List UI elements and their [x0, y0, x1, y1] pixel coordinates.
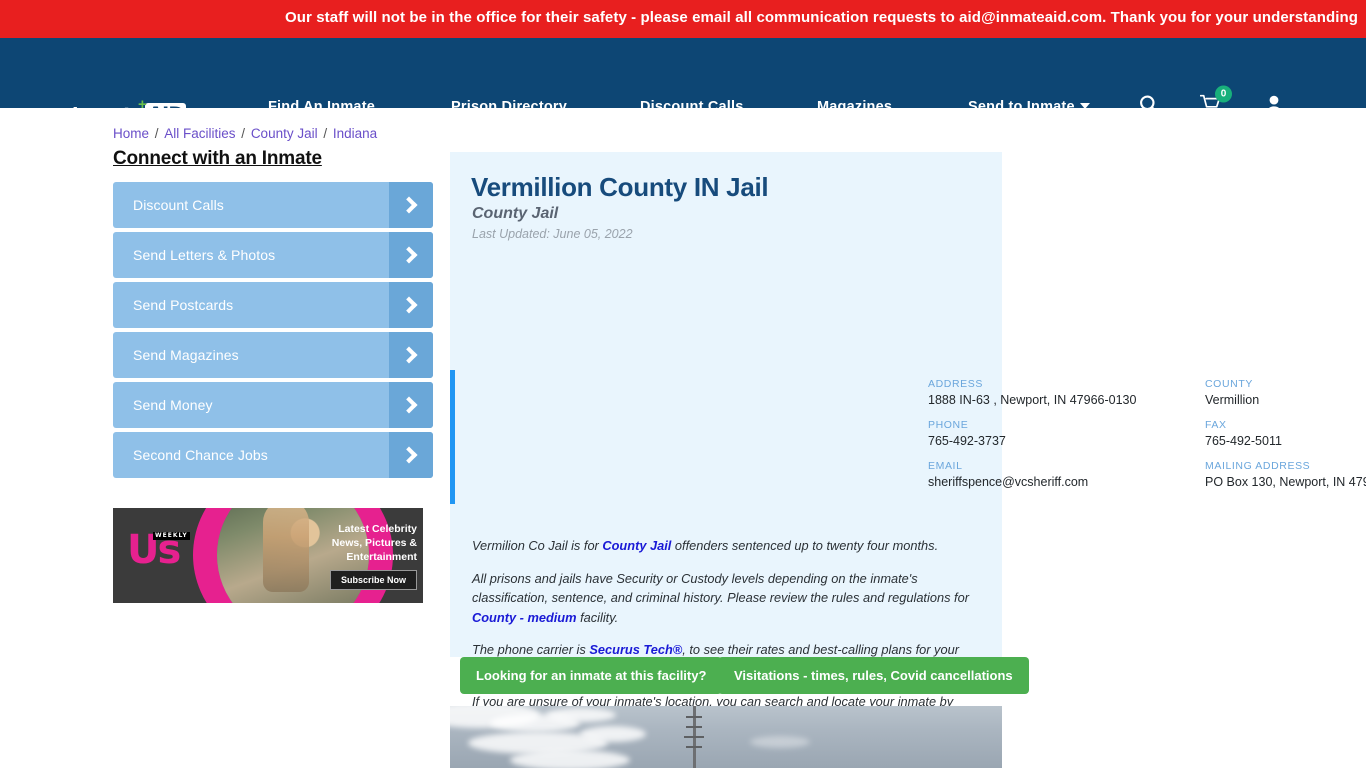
last-updated-text: Last Updated: June 05, 2022 — [472, 227, 633, 241]
desc-text: Vermilion Co Jail is for — [472, 538, 603, 553]
breadcrumb-separator: / — [319, 126, 331, 141]
ad-brand-tag: WEEKLY — [153, 532, 190, 540]
field-fax: FAX 765-492-5011 — [1205, 419, 1366, 448]
advertisement-banner[interactable]: Us WEEKLY Latest Celebrity News, Pictures… — [113, 508, 423, 603]
description-paragraph-1: Vermilion Co Jail is for County Jail off… — [472, 536, 984, 556]
field-label: FAX — [1205, 419, 1227, 431]
alert-banner-text: Our staff will not be in the office for … — [285, 9, 1359, 26]
chevron-right-icon — [389, 182, 433, 228]
field-value: Vermillion — [1205, 393, 1260, 407]
breadcrumb-item-all-facilities[interactable]: All Facilities — [164, 126, 235, 141]
sidebar-item-label: Send Postcards — [133, 297, 234, 313]
accent-bar — [450, 370, 455, 504]
facility-type: County Jail — [472, 205, 559, 222]
sidebar-item-label: Second Chance Jobs — [133, 447, 268, 463]
contact-info-block: ADDRESS 1888 IN-63 , Newport, IN 47966-0… — [450, 370, 1366, 504]
breadcrumb: Home / All Facilities / County Jail / In… — [113, 126, 377, 141]
breadcrumb-item-home[interactable]: Home — [113, 126, 149, 141]
chevron-right-icon — [389, 382, 433, 428]
chevron-right-icon — [389, 332, 433, 378]
link-county-jail[interactable]: County Jail — [602, 538, 671, 553]
sidebar-item-label: Send Magazines — [133, 347, 239, 363]
link-securus-tech[interactable]: Securus Tech® — [589, 642, 682, 657]
link-county-medium[interactable]: County - medium — [472, 610, 577, 625]
field-value: sheriffspence@vcsheriff.com — [928, 475, 1089, 489]
cart-count-badge: 0 — [1215, 85, 1232, 103]
facility-card: Vermillion County IN Jail County Jail La… — [450, 152, 1366, 748]
sidebar-item-discount-calls[interactable]: Discount Calls — [113, 182, 433, 228]
field-label: COUNTY — [1205, 378, 1253, 390]
sidebar-title: Connect with an Inmate — [113, 148, 322, 169]
field-phone: PHONE 765-492-3737 — [928, 419, 1228, 448]
field-value: PO Box 130, Newport, IN 47966-0130 — [1205, 475, 1366, 489]
breadcrumb-item-indiana[interactable]: Indiana — [333, 126, 377, 141]
breadcrumb-item-county-jail[interactable]: County Jail — [251, 126, 318, 141]
field-mailing-address: MAILING ADDRESS PO Box 130, Newport, IN … — [1205, 460, 1366, 489]
breadcrumb-separator: / — [237, 126, 249, 141]
field-label: MAILING ADDRESS — [1205, 460, 1311, 472]
page-title: Vermillion County IN Jail — [471, 172, 769, 202]
desc-text: facility. — [576, 609, 619, 625]
field-county: COUNTY Vermillion — [1205, 378, 1366, 407]
ad-subscribe-button[interactable]: Subscribe Now — [329, 570, 417, 590]
sidebar-item-label: Send Letters & Photos — [133, 247, 276, 263]
nav-links: Find An Inmate Prison Directory Discount… — [0, 38, 1366, 115]
sidebar-item-send-magazines[interactable]: Send Magazines — [113, 332, 433, 378]
field-email: EMAIL sheriffspence@vcsheriff.com — [928, 460, 1228, 489]
chevron-right-icon — [389, 432, 433, 478]
facility-photo — [450, 706, 1002, 768]
ad-brand-logo: Us WEEKLY — [127, 530, 190, 570]
desc-text: The phone carrier is — [472, 642, 590, 657]
field-value: 1888 IN-63 , Newport, IN 47966-0130 — [928, 393, 1137, 407]
visitations-button[interactable]: Visitations - times, rules, Covid cancel… — [718, 657, 1029, 694]
field-value: 765-492-3737 — [928, 434, 1006, 448]
sidebar-item-send-money[interactable]: Send Money — [113, 382, 433, 428]
ad-copy-text: Latest Celebrity News, Pictures & Entert… — [331, 523, 417, 563]
sidebar-item-send-postcards[interactable]: Send Postcards — [113, 282, 433, 328]
main-navbar: inmate AID + Find An Inmate Prison Direc… — [0, 38, 1366, 126]
alert-banner: Our staff will not be in the office for … — [0, 0, 1366, 38]
field-label: PHONE — [928, 419, 969, 431]
sidebar-item-send-letters-photos[interactable]: Send Letters & Photos — [113, 232, 433, 278]
description-paragraph-2: All prisons and jails have Security or C… — [472, 569, 984, 628]
chevron-right-icon — [389, 282, 433, 328]
field-label: EMAIL — [928, 460, 963, 472]
find-inmate-button[interactable]: Looking for an inmate at this facility? — [460, 657, 723, 694]
field-label: ADDRESS — [928, 378, 983, 390]
field-value: 765-492-5011 — [1205, 434, 1282, 448]
sidebar-item-second-chance-jobs[interactable]: Second Chance Jobs — [113, 432, 433, 478]
chevron-right-icon — [389, 232, 433, 278]
sidebar: Connect with an Inmate Discount Calls Se… — [113, 148, 433, 482]
desc-text: offenders sentenced up to twenty four mo… — [671, 538, 939, 553]
sidebar-item-label: Send Money — [133, 397, 213, 413]
field-address: ADDRESS 1888 IN-63 , Newport, IN 47966-0… — [928, 378, 1228, 407]
sidebar-item-label: Discount Calls — [133, 197, 224, 213]
desc-text: All prisons and jails have Security or C… — [472, 570, 969, 606]
breadcrumb-separator: / — [151, 126, 163, 141]
